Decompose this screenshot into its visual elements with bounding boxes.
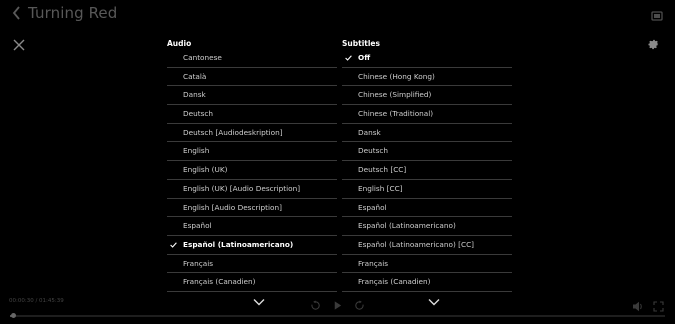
audio-option-label: English (UK) [Audio Description] (183, 183, 301, 193)
subtitle-option[interactable]: Español (Latinoamericano) [CC] (342, 236, 512, 255)
audio-option-label: Deutsch (183, 109, 214, 119)
subtitle-option-label: Off (358, 53, 371, 62)
rewind-10-icon[interactable] (310, 296, 321, 310)
audio-option[interactable]: Français (167, 255, 337, 274)
audio-option-label: English [Audio Description] (183, 202, 282, 212)
close-icon[interactable] (13, 36, 25, 51)
chevron-left-icon[interactable] (10, 3, 22, 23)
subtitle-option-label: Español (Latinoamericano) (358, 221, 456, 231)
audio-column: Audio Cantonese Català Dansk Deutsch Deutsch… (167, 39, 337, 296)
audio-option-label: English (183, 146, 210, 156)
subtitle-option-label: Español (Latinoamericano) [CC] (358, 239, 475, 249)
audio-option-label: Español (Latinoamericano) (183, 239, 294, 249)
subtitle-option[interactable]: Dansk (342, 124, 512, 143)
check-icon (170, 236, 178, 254)
audio-header: Audio (167, 39, 192, 48)
subtitle-option-label: Chinese (Hong Kong) (358, 71, 435, 81)
subtitle-option-label: Français (358, 258, 389, 268)
audio-option[interactable]: Español (167, 217, 337, 236)
audio-option[interactable]: Español (Latinoamericano) (167, 236, 337, 255)
subtitles-header: Subtitles (342, 39, 380, 48)
playback-controls (310, 296, 365, 310)
subtitle-option-label: Español (358, 202, 387, 212)
subtitles-column: Subtitles Off Chinese (Hong Kong) Chinese … (342, 39, 512, 296)
subtitles-scroll-down-icon[interactable] (428, 291, 440, 306)
audio-option-label: Français (183, 258, 214, 268)
progress-knob[interactable] (11, 313, 17, 318)
check-icon (345, 49, 353, 67)
audio-scroll-down-icon[interactable] (253, 291, 265, 306)
forward-10-icon[interactable] (354, 296, 365, 310)
subtitle-option[interactable]: Français (Canadien) (342, 273, 512, 292)
audio-option-label: English (UK) (183, 165, 228, 175)
audio-option[interactable]: English (167, 142, 337, 162)
subtitle-option-label: Chinese (Traditional) (358, 109, 434, 119)
subtitle-option[interactable]: Español (Latinoamericano) (342, 217, 512, 236)
cast-icon[interactable] (651, 7, 663, 21)
subtitle-option[interactable]: Deutsch (342, 142, 512, 162)
audio-option[interactable]: English (UK) [Audio Description] (167, 180, 337, 199)
audio-option[interactable]: English (UK) (167, 161, 337, 180)
subtitle-option-label: English [CC] (358, 183, 403, 193)
progress-bar[interactable] (10, 313, 665, 318)
subtitle-option-label: Deutsch [CC] (358, 165, 407, 175)
audio-option[interactable]: Deutsch (167, 105, 337, 124)
volume-icon[interactable] (632, 297, 644, 312)
time-label: 00:00:30 / 01:45:39 (9, 298, 64, 304)
subtitle-option-label: Français (Canadien) (358, 277, 431, 287)
audio-option[interactable]: Dansk (167, 86, 337, 106)
audio-option-label: Français (Canadien) (183, 277, 256, 287)
subtitle-option[interactable]: Off (342, 49, 512, 68)
subtitle-option-label: Chinese (Simplified) (358, 90, 432, 100)
audio-option[interactable]: Deutsch [Audiodeskription] (167, 124, 337, 143)
subtitle-option[interactable]: English [CC] (342, 180, 512, 199)
audio-option[interactable]: English [Audio Description] (167, 199, 337, 218)
audio-option-label: Español (183, 221, 212, 231)
audio-option[interactable]: Français (Canadien) (167, 273, 337, 292)
title-bar: Turning Red (10, 3, 117, 23)
gear-icon[interactable] (647, 36, 660, 50)
subtitle-option-label: Dansk (358, 127, 381, 137)
play-icon[interactable] (332, 296, 343, 310)
audio-option-label: Cantonese (183, 53, 222, 62)
subtitle-option-label: Deutsch (358, 146, 389, 156)
subtitle-option[interactable]: Chinese (Traditional) (342, 105, 512, 124)
audio-option-label: Dansk (183, 90, 206, 100)
audio-option-label: Català (183, 71, 207, 81)
subtitle-option[interactable]: Deutsch [CC] (342, 161, 512, 180)
audio-list: Cantonese Català Dansk Deutsch Deutsch [Audi… (167, 49, 337, 296)
subtitle-option[interactable]: Français (342, 255, 512, 274)
subtitle-option[interactable]: Español (342, 199, 512, 218)
audio-option[interactable]: Cantonese (167, 49, 337, 68)
subtitle-option[interactable]: Chinese (Hong Kong) (342, 68, 512, 87)
fullscreen-icon[interactable] (653, 297, 664, 312)
video-title: Turning Red (28, 4, 118, 22)
subtitles-list: Off Chinese (Hong Kong) Chinese (Simplifie… (342, 49, 512, 296)
audio-option[interactable]: Català (167, 68, 337, 87)
subtitle-option[interactable]: Chinese (Simplified) (342, 86, 512, 106)
audio-option-label: Deutsch [Audiodeskription] (183, 127, 283, 137)
